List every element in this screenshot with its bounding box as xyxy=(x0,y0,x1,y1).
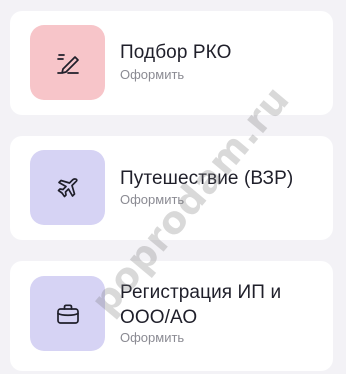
briefcase-icon xyxy=(56,303,79,324)
signature-pen-icon xyxy=(56,53,79,74)
service-action-label[interactable]: Оформить xyxy=(120,67,184,83)
icon-tile xyxy=(30,150,105,225)
service-action-label[interactable]: Оформить xyxy=(120,192,184,208)
service-card-rko[interactable]: Подбор РКО Оформить xyxy=(10,11,333,115)
service-title: Путешествие (ВЗР) xyxy=(120,168,294,189)
airplane-icon xyxy=(57,177,78,197)
icon-tile xyxy=(30,25,105,100)
icon-tile xyxy=(30,276,105,351)
service-card-registration[interactable]: Регистрация ИП и ООО/АО Оформить xyxy=(10,261,333,371)
service-title: Регистрация ИП и ООО/АО xyxy=(120,282,282,328)
service-card-travel[interactable]: Путешествие (ВЗР) Оформить xyxy=(10,136,333,240)
service-action-label[interactable]: Оформить xyxy=(120,330,184,346)
service-title: Подбор РКО xyxy=(120,42,232,63)
